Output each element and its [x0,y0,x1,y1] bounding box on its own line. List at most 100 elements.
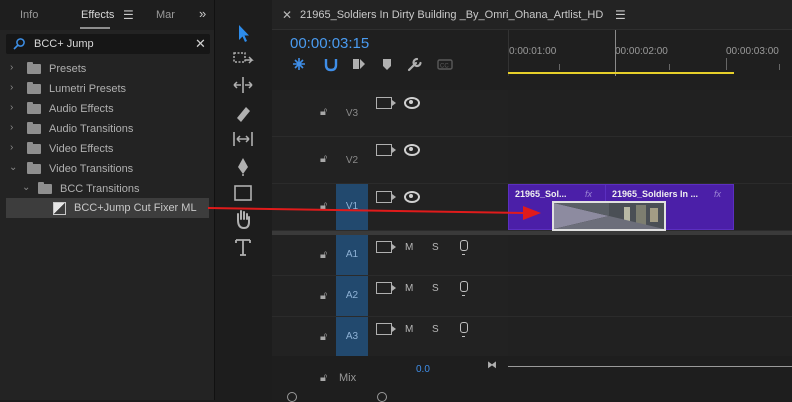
effects-panel: Info Effects ☰ Mar » ✕ › Presets › Lumet… [0,0,215,400]
go-to-in-out-icon[interactable]: ⧓ [487,360,497,371]
chevron-right-icon[interactable]: › [10,122,20,133]
tree-item-label: Audio Effects [49,103,114,115]
razor-tool-icon[interactable] [230,102,256,124]
work-area-bar[interactable] [508,72,734,74]
audio-track-a3[interactable]: 🔓︎ A3 M S [272,317,792,358]
ripple-edit-tool-icon[interactable] [230,74,256,96]
video-track-v2[interactable]: 🔓︎ V2 [272,137,792,184]
tree-item-video-transitions[interactable]: ⌄ Video Transitions [0,159,210,179]
transition-thumbnail[interactable] [552,201,666,231]
video-track-v3[interactable]: 🔓︎ V3 [272,90,792,137]
audio-track-a2[interactable]: 🔓︎ A2 M S [272,276,792,317]
folder-icon [27,122,41,134]
folder-star-icon [27,82,41,94]
playhead-line[interactable] [615,30,616,76]
overflow-chevrons-icon[interactable]: » [199,6,206,21]
track-name[interactable]: A1 [336,235,368,275]
tree-item-audio-effects[interactable]: › Audio Effects [0,99,210,119]
hand-tool-icon[interactable] [230,208,256,230]
wrench-settings-icon[interactable] [406,56,424,72]
lock-icon[interactable]: 🔓︎ [320,372,327,385]
tab-effects[interactable]: Effects [81,9,114,21]
fx-badge: fx [585,189,593,199]
tree-item-bcc-jump-cut-fixer[interactable]: BCC+Jump Cut Fixer ML [6,198,209,218]
lock-icon[interactable]: 🔓︎ [320,200,327,213]
mute-button[interactable]: M [405,324,413,335]
mute-button[interactable]: M [405,242,413,253]
eye-icon[interactable] [404,97,420,109]
close-icon[interactable]: ✕ [282,8,292,22]
eye-icon[interactable] [404,191,420,203]
track-name[interactable]: A3 [336,317,368,357]
pen-tool-icon[interactable] [230,155,256,177]
chevron-right-icon[interactable]: › [10,142,20,153]
add-marker-icon[interactable] [378,56,396,72]
tree-item-lumetri-presets[interactable]: › Lumetri Presets [0,79,210,99]
effects-search-box[interactable]: ✕ [6,34,210,54]
video-track-v1[interactable]: 🔓︎ V1 21965_Sol... fx 21965_Soldiers In … [272,184,792,231]
linked-selection-icon[interactable] [350,56,368,72]
tree-item-bcc-transitions[interactable]: ⌄ BCC Transitions [0,179,210,199]
folder-icon [27,142,41,154]
solo-button[interactable]: S [432,242,439,253]
chevron-right-icon[interactable]: › [10,82,20,93]
snap-magnet-icon[interactable] [322,56,340,72]
zoom-scroll-knob[interactable] [377,392,387,402]
lock-icon[interactable]: 🔓︎ [320,249,327,262]
chevron-down-icon[interactable]: ⌄ [22,182,32,193]
lock-icon[interactable]: 🔓︎ [320,331,327,344]
sync-lock-film-icon[interactable] [376,97,396,109]
microphone-icon[interactable] [460,322,468,337]
sequence-title[interactable]: 21965_Soldiers In Dirty Building _By_Omr… [300,9,603,21]
chevron-down-icon[interactable]: ⌄ [9,162,19,173]
track-name[interactable]: V1 [336,184,368,230]
chevron-right-icon[interactable]: › [10,62,20,73]
panel-menu-icon[interactable]: ☰ [615,8,626,22]
transition-icon [53,202,66,215]
lock-icon[interactable]: 🔓︎ [320,106,327,119]
microphone-icon[interactable] [460,281,468,296]
tree-item-label: Audio Transitions [49,123,134,135]
tree-item-audio-transitions[interactable]: › Audio Transitions [0,119,210,139]
eye-icon[interactable] [404,144,420,156]
ruler-label: 00:00:03:00 [726,46,779,57]
mix-label: Mix [339,372,357,384]
mute-button[interactable]: M [405,283,413,294]
track-name[interactable]: V2 [336,155,368,166]
chevron-right-icon[interactable]: › [10,102,20,113]
folder-icon [38,182,52,194]
mix-volume-value[interactable]: 0.0 [416,364,430,375]
sync-lock-film-icon[interactable] [376,191,396,203]
rectangle-tool-icon[interactable] [230,182,256,204]
track-name[interactable]: V3 [336,108,368,119]
solo-button[interactable]: S [432,324,439,335]
selection-tool-icon[interactable] [230,22,256,44]
nest-sequence-icon[interactable] [290,56,308,72]
lock-icon[interactable]: 🔓︎ [320,290,327,303]
clear-search-icon[interactable]: ✕ [195,36,206,52]
tree-item-label: Video Effects [49,143,114,155]
sync-lock-film-icon[interactable] [376,241,396,253]
track-name[interactable]: A2 [336,276,368,316]
sync-lock-film-icon[interactable] [376,323,396,335]
captions-icon[interactable]: CC [436,56,454,72]
tree-item-presets[interactable]: › Presets [0,59,210,79]
microphone-icon[interactable] [460,240,468,255]
tree-item-video-effects[interactable]: › Video Effects [0,139,210,159]
playhead-timecode[interactable]: 00:00:03:15 [290,35,369,52]
tab-menu-icon[interactable]: ☰ [123,8,134,22]
track-select-tool-icon[interactable] [230,48,256,70]
effects-search-input[interactable] [34,36,184,52]
slip-tool-icon[interactable] [230,128,256,150]
sync-lock-film-icon[interactable] [376,144,396,156]
time-ruler[interactable]: 0:00:01:00 00:00:02:00 00:00:03:00 [508,30,792,76]
tab-info[interactable]: Info [20,9,38,21]
tab-markers[interactable]: Mar [156,9,175,21]
audio-track-a1[interactable]: 🔓︎ A1 M S [272,235,792,276]
zoom-scroll-knob[interactable] [287,392,297,402]
lock-icon[interactable]: 🔓︎ [320,153,327,166]
sync-lock-film-icon[interactable] [376,282,396,294]
type-tool-icon[interactable] [230,236,256,258]
solo-button[interactable]: S [432,283,439,294]
timeline-tab-bar: ✕ 21965_Soldiers In Dirty Building _By_O… [272,0,792,30]
